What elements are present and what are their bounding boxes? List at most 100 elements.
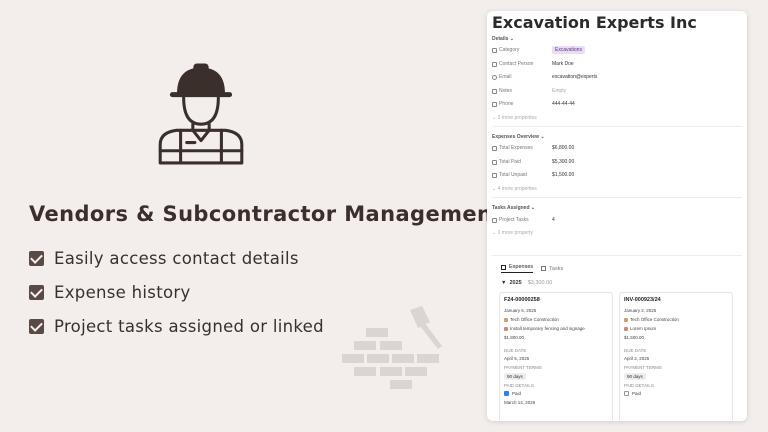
more-properties-toggle[interactable]: ⌄ 1 more property: [492, 230, 533, 236]
expense-item: Install temporary fencing and signage: [510, 326, 585, 331]
due-date-value: April 2, 2025: [624, 356, 650, 361]
property-value: $5,300.00: [552, 159, 575, 165]
property-total-unpaid[interactable]: Total Unpaid $1,500.00: [492, 170, 742, 180]
more-label: 3 more properties: [497, 115, 537, 121]
expense-card[interactable]: INV-000923/24 January 2, 2025 Tech Offic…: [619, 292, 733, 421]
property-value: Mark Doe: [552, 61, 574, 67]
tasks-assigned-label: Tasks Assigned: [492, 205, 530, 211]
tab-label: Tasks: [549, 265, 564, 272]
paid-date: March 14, 2025: [504, 400, 536, 405]
expense-amount: $1,500.00: [624, 335, 645, 340]
text-icon: [492, 61, 497, 67]
property-value: excavation@experts: [552, 74, 598, 80]
property-label: Category: [499, 47, 520, 53]
property-notes[interactable]: Notes Empty: [492, 86, 742, 96]
promo-headline: Vendors & Subcontractor Management: [29, 202, 503, 226]
relation-icon: [492, 217, 497, 223]
property-value: 4: [552, 217, 555, 223]
feature-item: Project tasks assigned or linked: [29, 317, 324, 336]
expenses-overview-toggle[interactable]: Expenses Overview ⌄: [492, 134, 545, 140]
property-email[interactable]: Email excavation@experts: [492, 72, 742, 82]
tab-tasks[interactable]: Tasks: [541, 264, 563, 273]
expense-item: Lorem Ipsum: [630, 326, 657, 331]
property-label: Phone: [499, 101, 514, 107]
divider: [492, 255, 742, 256]
paid-label: Paid: [512, 391, 522, 396]
project-icon: [624, 317, 628, 322]
expense-id: F24-00000258: [504, 297, 540, 303]
payment-terms-label: PAYMENT TERMS: [504, 365, 542, 370]
property-category[interactable]: Category Excavations: [492, 45, 742, 55]
tab-expenses[interactable]: Expenses: [501, 264, 534, 273]
tab-label: Expenses: [509, 264, 534, 270]
payment-terms-pill: 90 days: [504, 373, 526, 380]
vendor-page-card: Excavation Experts Inc Details ⌄ Categor…: [487, 11, 747, 421]
feature-text: Expense history: [54, 283, 191, 302]
property-label: Email: [499, 74, 512, 80]
due-date-label: DUE DATE: [504, 348, 527, 353]
property-value: $6,800.00: [552, 145, 575, 151]
property-label: Total Paid: [499, 159, 521, 165]
expense-project: Tech Office Construction: [630, 317, 679, 322]
more-label: 1 more property: [497, 230, 533, 236]
more-properties-toggle[interactable]: ⌄ 4 more properties: [492, 186, 537, 192]
property-label: Contact Person: [499, 61, 534, 67]
group-header-2025[interactable]: ▼ 2025 $3,300.00: [501, 280, 552, 286]
expenses-overview-label: Expenses Overview: [492, 134, 539, 140]
property-phone[interactable]: Phone 444-44-44: [492, 99, 742, 109]
checkbox-icon: [29, 319, 44, 334]
divider: [492, 197, 742, 198]
property-value: 444-44-44: [552, 101, 575, 107]
paid-checkbox[interactable]: [624, 391, 629, 396]
text-icon: [492, 88, 497, 94]
expense-date: January 2, 2025: [624, 308, 657, 313]
payment-terms-pill: 90 days: [624, 373, 646, 380]
worker-icon: [158, 63, 244, 165]
x-icon: [492, 172, 497, 178]
feature-item: Expense history: [29, 283, 191, 302]
expense-date: January 6, 2025: [504, 308, 537, 313]
view-tabs: Expenses Tasks: [501, 264, 571, 273]
property-value: $1,500.00: [552, 172, 575, 178]
paid-label: Paid: [632, 391, 642, 396]
caret-down-icon: ▼: [501, 280, 507, 286]
group-sum: $3,300.00: [527, 280, 553, 286]
category-tag: Excavations: [552, 46, 585, 54]
tasks-assigned-toggle[interactable]: Tasks Assigned ⌄: [492, 205, 535, 211]
list-icon: [492, 47, 497, 53]
expense-card[interactable]: F24-00000258 January 6, 2025 Tech Office…: [499, 292, 613, 421]
expense-id: INV-000923/24: [624, 297, 661, 303]
task-icon: [504, 326, 508, 331]
more-label: 4 more properties: [497, 186, 537, 192]
property-project-tasks[interactable]: Project Tasks 4: [492, 215, 742, 225]
at-icon: [492, 74, 497, 80]
property-total-paid[interactable]: Total Paid $5,300.00: [492, 157, 742, 167]
task-icon: [624, 326, 628, 331]
paid-details-label: PAID DETAILS: [624, 383, 654, 388]
table-icon: [541, 266, 547, 271]
due-date-value: April 5, 2025: [504, 356, 530, 361]
more-properties-toggle[interactable]: ⌄ 3 more properties: [492, 115, 537, 121]
details-section-toggle[interactable]: Details ⌄: [492, 36, 514, 42]
brick-trowel-icon: [342, 306, 442, 389]
payment-terms-label: PAYMENT TERMS: [624, 365, 662, 370]
property-label: Project Tasks: [499, 217, 529, 223]
page-title: Excavation Experts Inc: [492, 13, 697, 32]
project-icon: [504, 317, 508, 322]
paid-checkbox[interactable]: [504, 391, 509, 396]
property-total-expenses[interactable]: Total Expenses $6,800.00: [492, 143, 742, 153]
table-icon: [501, 264, 506, 270]
group-year: 2025: [509, 280, 522, 286]
property-contact[interactable]: Contact Person Mark Doe: [492, 59, 742, 69]
feature-text: Project tasks assigned or linked: [54, 317, 324, 336]
phone-icon: [492, 101, 497, 107]
property-value: Empty: [552, 88, 567, 94]
checkbox-icon: [29, 251, 44, 266]
expense-amount: $1,800.00: [504, 335, 525, 340]
details-label: Details: [492, 36, 509, 42]
due-date-label: DUE DATE: [624, 348, 647, 353]
property-label: Total Expenses: [499, 145, 533, 151]
property-label: Total Unpaid: [499, 172, 527, 178]
formula-icon: [492, 145, 497, 151]
feature-text: Easily access contact details: [54, 249, 299, 268]
